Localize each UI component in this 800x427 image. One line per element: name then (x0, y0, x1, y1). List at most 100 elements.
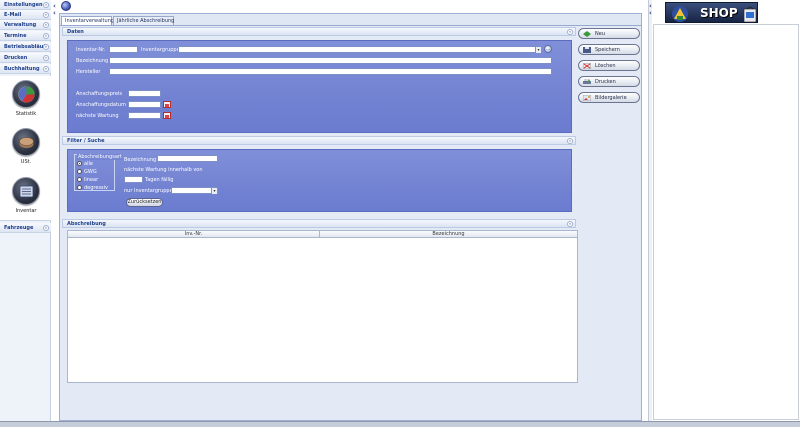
table-header: Inv.-Nr. Bezeichnung (68, 231, 577, 238)
shop-banner[interactable]: SHOP (665, 2, 758, 23)
save-button[interactable]: Speichern (578, 44, 640, 55)
gallery-button-label: Bildergalerie (595, 95, 627, 101)
chevron-down-icon: » (43, 55, 49, 61)
nav-item-buchhaltung[interactable]: Buchhaltung « (0, 64, 51, 74)
chevron-down-icon: » (43, 22, 49, 28)
shop-banner-text: SHOP (700, 6, 738, 20)
print-button-label: Drucken (595, 79, 616, 85)
filter-bezeichnung-field[interactable] (157, 155, 218, 162)
radio-dot[interactable] (77, 185, 82, 190)
main-window: Inventarverwaltung Jährliche Abschreibun… (59, 13, 642, 421)
column-header-bezeichnung[interactable]: Bezeichnung (320, 231, 577, 238)
bezeichnung-label: Bezeichnung (76, 58, 109, 64)
delete-button[interactable]: Löschen (578, 60, 640, 71)
save-button-label: Speichern (595, 47, 620, 53)
statistik-label: Statistik (15, 111, 37, 117)
chevron-down-icon: » (43, 33, 49, 39)
nav-item-drucken[interactable]: Drucken » (0, 53, 51, 63)
buchhaltung-panel: Statistik USt. Inventar (0, 76, 51, 221)
nav-item-fahrzeuge[interactable]: Fahrzeuge » (0, 223, 51, 233)
wartung-label: nächste Wartung innerhalb von (124, 167, 203, 173)
anschaffungsdatum-label: Anschaffungsdatum (76, 102, 126, 108)
radio-alle[interactable]: alle (77, 161, 113, 167)
chevron-down-icon: » (43, 225, 49, 231)
radio-label: alle (84, 161, 93, 167)
nav-item-label: Verwaltung (4, 22, 37, 28)
statistik-button[interactable]: Statistik (9, 80, 43, 120)
inventory-icon (12, 177, 40, 205)
tab-content: Daten « Inventar-Nr. Inventargruppe ▾ … … (60, 25, 641, 420)
inventargruppe-select[interactable]: ▾ (178, 46, 542, 53)
nav-item-email[interactable]: E-Mail » (0, 10, 51, 20)
add-group-button[interactable]: … (544, 45, 552, 53)
radio-label: linear (84, 177, 99, 183)
nav-item-label: E-Mail (4, 12, 22, 18)
inventar-label: Inventar (15, 208, 37, 214)
chevron-up-icon[interactable]: « (567, 29, 573, 35)
chevron-down-icon: » (43, 44, 49, 50)
calendar-icon[interactable] (163, 112, 171, 119)
radio-dot[interactable] (77, 177, 82, 182)
coin-icon (12, 128, 40, 156)
reset-button[interactable]: Zurücksetzen (126, 198, 163, 207)
delete-button-label: Löschen (595, 63, 616, 69)
daten-header[interactable]: Daten « (62, 27, 576, 36)
nav-item-betriebsablaeufe[interactable]: Betriebsabläufe » (0, 42, 51, 52)
app-logo-icon[interactable] (61, 1, 71, 11)
daten-title: Daten (67, 29, 84, 35)
chevron-down-icon[interactable]: ▾ (211, 188, 217, 194)
inventargruppe-label: Inventargruppe (141, 47, 180, 53)
anschaffungspreis-field[interactable] (128, 90, 161, 97)
shop-pane: SHOP (652, 0, 800, 421)
new-button[interactable]: Neu (578, 28, 640, 39)
nav-item-label: Einstellungen (4, 2, 43, 8)
radio-dot[interactable] (77, 169, 82, 174)
abschreibung-title: Abschreibung (67, 221, 106, 227)
nav-item-label: Termine (4, 33, 27, 39)
inventar-nr-field[interactable] (109, 46, 138, 53)
chevron-up-icon: « (43, 66, 49, 72)
radio-gwg[interactable]: GWG (77, 169, 113, 175)
radio-linear[interactable]: linear (77, 177, 113, 183)
nav-item-einstellungen[interactable]: Einstellungen » (0, 0, 51, 10)
filter-header[interactable]: Filter / Suche « (62, 136, 576, 145)
ust-button[interactable]: USt. (9, 128, 43, 168)
gallery-button[interactable]: Bildergalerie (578, 92, 640, 103)
abschreibung-header[interactable]: Abschreibung « (62, 219, 576, 228)
radio-degressiv[interactable]: degressiv (77, 185, 113, 191)
radio-dot[interactable] (77, 161, 82, 166)
nav-item-termine[interactable]: Termine » (0, 31, 51, 41)
sidebar: Einstellungen » E-Mail » Verwaltung » Te… (0, 0, 51, 421)
collapse-sidebar-icon[interactable]: ‹ ‹ (53, 3, 56, 17)
filter-section: Filter / Suche « Abschreibungsart alle G… (62, 136, 576, 214)
bezeichnung-field[interactable] (109, 57, 552, 64)
gallery-icon (583, 95, 591, 101)
gruppe-select[interactable]: ▾ (171, 187, 218, 194)
shopping-bag-icon (743, 6, 757, 22)
nav-item-label: Buchhaltung (4, 66, 40, 72)
tage-field[interactable] (124, 176, 143, 183)
delete-icon (583, 63, 591, 69)
hersteller-field[interactable] (109, 68, 552, 75)
daten-body: Inventar-Nr. Inventargruppe ▾ … Bezeichn… (67, 40, 572, 133)
anschaffungsdatum-field[interactable] (128, 101, 161, 108)
calendar-icon[interactable] (163, 101, 171, 108)
column-header-inv-nr[interactable]: Inv.-Nr. (68, 231, 320, 238)
abschreibung-table: Inv.-Nr. Bezeichnung (67, 230, 578, 383)
inventar-button[interactable]: Inventar (9, 177, 43, 217)
filter-bezeichnung-label: Bezeichnung (124, 157, 157, 163)
anschaffungspreis-label: Anschaffungspreis (76, 91, 122, 97)
print-icon (583, 79, 591, 84)
print-button[interactable]: Drucken (578, 76, 640, 87)
chevron-down-icon[interactable]: ▾ (535, 47, 541, 53)
chevron-up-icon[interactable]: « (567, 138, 573, 144)
status-bar (0, 421, 800, 427)
gruppe-label: nur Inventargruppe (124, 188, 173, 194)
naechste-wartung-field[interactable] (128, 112, 161, 119)
inventar-nr-label: Inventar-Nr. (76, 47, 106, 53)
nav-item-verwaltung[interactable]: Verwaltung » (0, 20, 51, 30)
radio-label: degressiv (84, 185, 109, 191)
chevron-up-icon[interactable]: « (567, 221, 573, 227)
hersteller-label: Hersteller (76, 69, 101, 75)
abschreibung-section: Abschreibung « Inv.-Nr. Bezeichnung (62, 219, 578, 399)
